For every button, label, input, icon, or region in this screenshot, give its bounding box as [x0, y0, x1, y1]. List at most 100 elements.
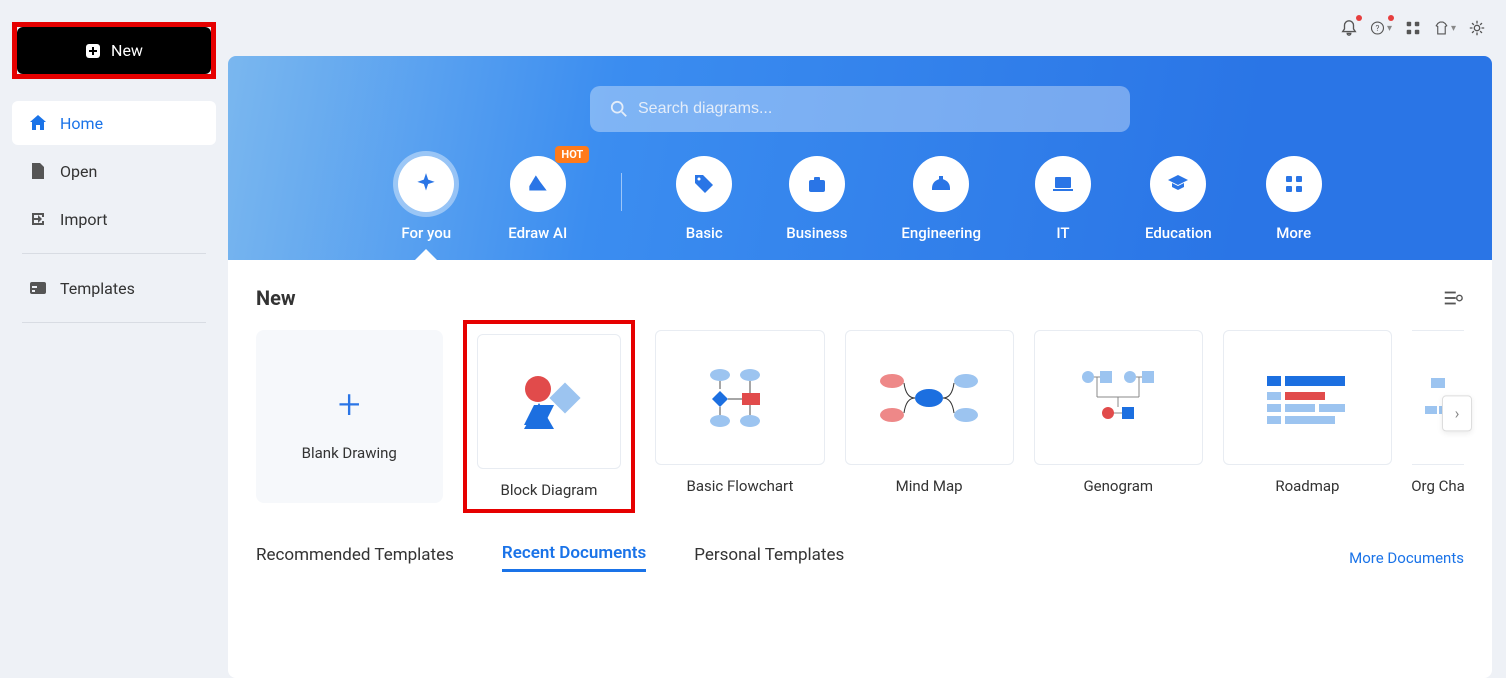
content-area: New + Blank Drawing — [228, 260, 1492, 678]
search-input[interactable] — [638, 100, 1110, 118]
help-button[interactable]: ? ▾ — [1370, 17, 1392, 39]
tab-recommended[interactable]: Recommended Templates — [256, 545, 454, 571]
help-icon: ? — [1370, 19, 1385, 37]
bell-icon — [1340, 19, 1358, 37]
tshirt-icon — [1434, 19, 1449, 37]
category-label: More — [1276, 224, 1311, 260]
sidebar-item-import[interactable]: Import — [12, 197, 216, 241]
sidebar-divider — [22, 322, 206, 323]
template-card-basic-flowchart[interactable]: Basic Flowchart — [655, 330, 824, 503]
category-more[interactable]: More — [1266, 156, 1322, 260]
laptop-icon — [1051, 172, 1075, 196]
tshirt-button[interactable]: ▾ — [1434, 17, 1456, 39]
category-it[interactable]: IT — [1035, 156, 1091, 260]
new-section-title: New — [256, 286, 296, 310]
search-bar[interactable] — [590, 86, 1130, 132]
notification-dot-icon — [1356, 15, 1362, 21]
category-label: Business — [786, 224, 847, 260]
template-row: + Blank Drawing Block Diagram — [256, 330, 1464, 503]
chevron-down-icon: ▾ — [1451, 23, 1456, 34]
hero-banner: For you HOT Edraw AI Basic Business — [228, 56, 1492, 260]
notification-dot-icon — [1388, 15, 1394, 21]
apps-button[interactable] — [1402, 17, 1424, 39]
list-settings-icon[interactable] — [1442, 287, 1464, 309]
document-tabs: Recommended Templates Recent Documents P… — [256, 543, 1464, 572]
sidebar-item-label: Import — [60, 210, 108, 229]
plus-square-icon — [85, 43, 101, 59]
template-label: Block Diagram — [500, 481, 597, 499]
category-label: For you — [401, 224, 451, 260]
gear-icon — [1468, 19, 1486, 37]
category-edraw-ai[interactable]: HOT Edraw AI — [508, 156, 567, 260]
main-panel: ? ▾ ▾ For you — [228, 0, 1506, 678]
topbar: ? ▾ ▾ — [228, 0, 1506, 56]
tag-icon — [692, 172, 716, 196]
scroll-next-button[interactable]: › — [1442, 395, 1472, 431]
category-label: Education — [1145, 224, 1212, 260]
template-card-blank[interactable]: + Blank Drawing — [256, 330, 443, 503]
home-icon — [28, 113, 48, 133]
svg-text:?: ? — [1376, 24, 1380, 34]
sidebar-item-templates[interactable]: Templates — [12, 266, 216, 310]
template-thumb — [477, 334, 622, 469]
new-button-highlight: New — [12, 22, 216, 79]
more-documents-link[interactable]: More Documents — [1349, 549, 1464, 567]
sidebar-item-open[interactable]: Open — [12, 149, 216, 193]
template-label: Blank Drawing — [302, 444, 397, 462]
hardhat-icon — [929, 172, 953, 196]
template-card-mind-map[interactable]: Mind Map — [845, 330, 1014, 503]
tab-recent[interactable]: Recent Documents — [502, 543, 646, 572]
import-icon — [28, 209, 48, 229]
template-label: Mind Map — [896, 477, 963, 495]
category-business[interactable]: Business — [786, 156, 847, 260]
template-thumb — [845, 330, 1014, 465]
sidebar-item-label: Home — [60, 114, 103, 133]
category-basic[interactable]: Basic — [676, 156, 732, 260]
chevron-down-icon: ▾ — [1387, 23, 1392, 34]
template-label: Roadmap — [1275, 477, 1339, 495]
category-for-you[interactable]: For you — [398, 156, 454, 260]
template-label: Basic Flowchart — [687, 477, 794, 495]
category-label: Basic — [686, 224, 723, 260]
template-thumb — [655, 330, 824, 465]
category-label: Edraw AI — [508, 224, 567, 260]
chevron-right-icon: › — [1455, 403, 1460, 422]
sparkle-icon — [413, 171, 439, 197]
hot-badge: HOT — [555, 146, 589, 163]
genogram-icon — [1068, 363, 1168, 433]
file-icon — [28, 161, 48, 181]
sidebar-item-home[interactable]: Home — [12, 101, 216, 145]
settings-button[interactable] — [1466, 17, 1488, 39]
sidebar-item-label: Open — [60, 162, 97, 181]
apps-icon — [1404, 19, 1422, 37]
plus-icon: + — [338, 381, 361, 428]
template-label: Org Cha — [1412, 477, 1464, 495]
template-thumb — [1034, 330, 1203, 465]
ai-icon — [525, 171, 551, 197]
new-button-label: New — [111, 41, 143, 60]
tab-personal[interactable]: Personal Templates — [694, 545, 844, 571]
new-button[interactable]: New — [17, 27, 211, 74]
separator — [621, 173, 622, 211]
mindmap-icon — [874, 363, 984, 433]
briefcase-icon — [805, 172, 829, 196]
template-card-genogram[interactable]: Genogram — [1034, 330, 1203, 503]
flowchart-icon — [690, 363, 790, 433]
category-row: For you HOT Edraw AI Basic Business — [288, 156, 1432, 260]
category-education[interactable]: Education — [1145, 156, 1212, 260]
search-icon — [610, 100, 628, 118]
template-card-block-diagram[interactable]: Block Diagram — [463, 320, 636, 513]
block-diagram-icon — [504, 367, 594, 437]
template-thumb — [1223, 330, 1392, 465]
sidebar-divider — [22, 253, 206, 254]
category-engineering[interactable]: Engineering — [901, 156, 981, 260]
notifications-button[interactable] — [1338, 17, 1360, 39]
templates-icon — [28, 278, 48, 298]
graduation-icon — [1166, 172, 1190, 196]
category-label: Engineering — [901, 224, 981, 260]
template-label: Genogram — [1083, 477, 1153, 495]
category-label: IT — [1056, 224, 1069, 260]
sidebar-item-label: Templates — [60, 279, 135, 298]
template-card-roadmap[interactable]: Roadmap — [1223, 330, 1392, 503]
sidebar: New Home Open Import — [0, 0, 228, 678]
